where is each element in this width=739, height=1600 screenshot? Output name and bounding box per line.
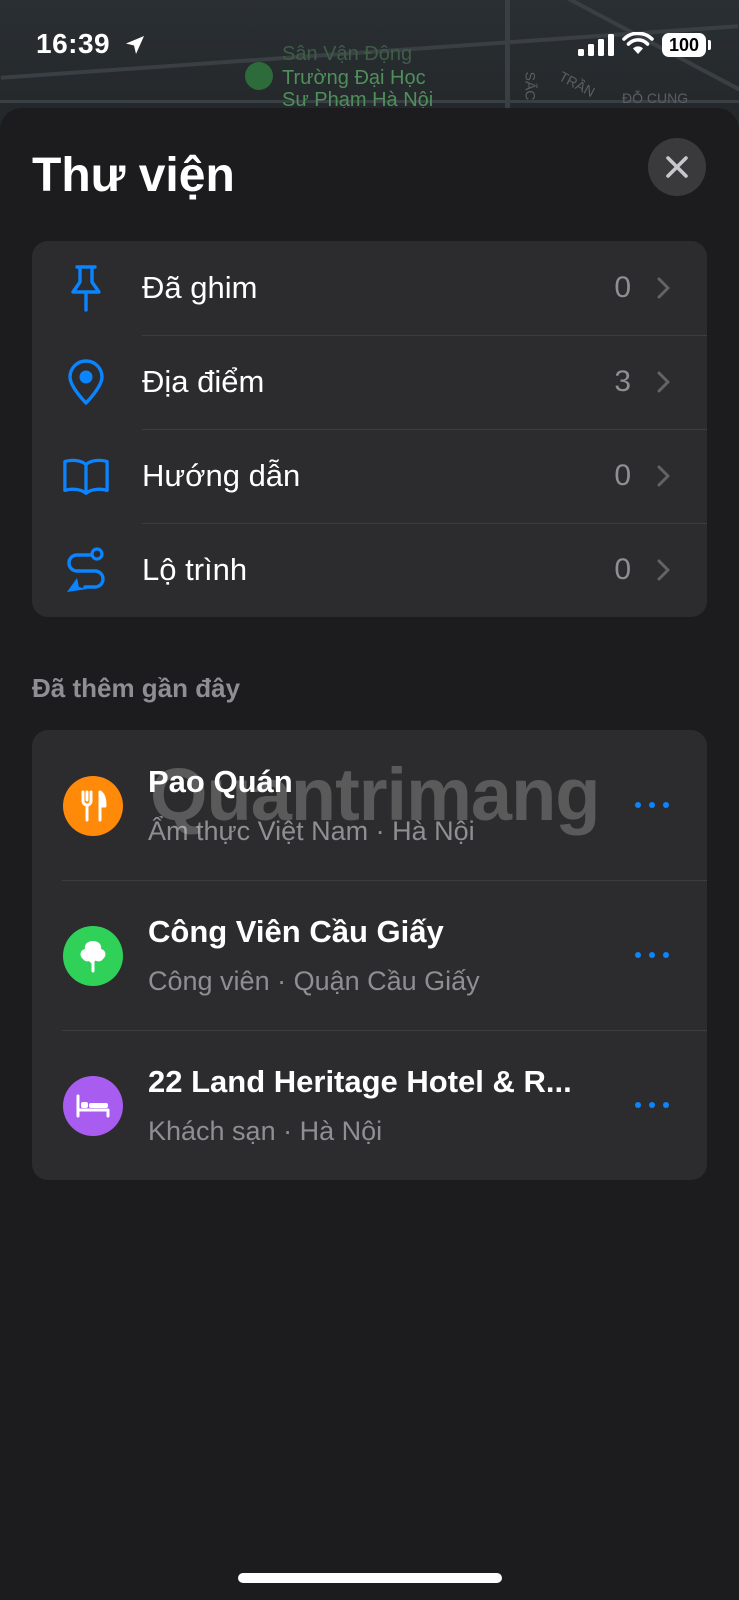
place-category-badge <box>63 776 123 836</box>
library-item-pinned[interactable]: Đã ghim 0 <box>32 241 707 335</box>
status-time: 16:39 <box>36 28 111 59</box>
more-options-button[interactable] <box>635 792 669 818</box>
bed-icon <box>76 1094 110 1118</box>
wifi-icon <box>622 32 654 54</box>
place-name: Pao Quán <box>148 764 293 799</box>
recent-place-item[interactable]: 22 Land Heritage Hotel & R... Khách sạn … <box>32 1030 707 1180</box>
status-bar: 16:39 100 <box>0 0 739 92</box>
library-item-count: 0 <box>614 553 631 586</box>
place-name: 22 Land Heritage Hotel & R... <box>148 1064 572 1099</box>
chevron-right-icon <box>657 277 670 299</box>
page-title: Thư viện <box>32 149 235 202</box>
place-category-badge <box>63 926 123 986</box>
library-item-label: Đã ghim <box>142 270 258 305</box>
fork-knife-icon <box>81 790 107 822</box>
recent-place-item[interactable]: Pao Quán Ẩm thực Việt Nam · Hà Nội <box>32 730 707 880</box>
library-item-count: 0 <box>614 271 631 304</box>
close-icon <box>666 156 688 178</box>
recent-place-item[interactable]: Công Viên Cầu Giấy Công viên · Quận Cầu … <box>32 880 707 1030</box>
chevron-right-icon <box>657 371 670 393</box>
library-item-routes[interactable]: Lộ trình 0 <box>32 523 707 617</box>
library-item-guides[interactable]: Hướng dẫn 0 <box>32 429 707 523</box>
map-street-label: ĐỖ CUNG <box>622 90 689 106</box>
library-list: Đã ghim 0 Địa điểm 3 Hướng dẫn 0 Lộ trìn… <box>32 241 707 617</box>
location-arrow-icon <box>126 36 144 54</box>
place-subtitle: Khách sạn · Hà Nội <box>148 1116 383 1146</box>
more-options-button[interactable] <box>635 942 669 968</box>
tree-icon <box>80 941 106 973</box>
close-button[interactable] <box>648 138 706 196</box>
recently-added-heading: Đã thêm gần đây <box>32 673 241 703</box>
screen: Sân Vận Động Trường Đại Học Sư Phạm Hà N… <box>0 0 739 1600</box>
library-item-places[interactable]: Địa điểm 3 <box>32 335 707 429</box>
library-item-count: 3 <box>614 365 631 398</box>
route-icon <box>62 546 110 594</box>
chevron-right-icon <box>657 465 670 487</box>
chevron-right-icon <box>657 559 670 581</box>
library-item-label: Địa điểm <box>142 364 265 399</box>
place-subtitle: Công viên · Quận Cầu Giấy <box>148 966 480 996</box>
more-options-button[interactable] <box>635 1092 669 1118</box>
place-category-badge <box>63 1076 123 1136</box>
library-item-label: Hướng dẫn <box>142 458 301 493</box>
book-icon <box>62 452 110 500</box>
library-item-count: 0 <box>614 459 631 492</box>
pin-icon <box>62 264 110 312</box>
place-name: Công Viên Cầu Giấy <box>148 914 444 949</box>
battery-tip <box>708 40 711 50</box>
battery-indicator: 100 <box>662 33 706 57</box>
location-pin-icon <box>62 358 110 406</box>
recent-places-list: Pao Quán Ẩm thực Việt Nam · Hà Nội Công … <box>32 730 707 1180</box>
home-indicator[interactable] <box>238 1573 502 1583</box>
cellular-signal-icon <box>578 34 614 56</box>
place-subtitle: Ẩm thực Việt Nam · Hà Nội <box>148 816 475 846</box>
library-sheet: Thư viện Đã ghim 0 Địa điểm 3 Hướng dẫn … <box>0 108 739 1600</box>
library-item-label: Lộ trình <box>142 552 248 587</box>
